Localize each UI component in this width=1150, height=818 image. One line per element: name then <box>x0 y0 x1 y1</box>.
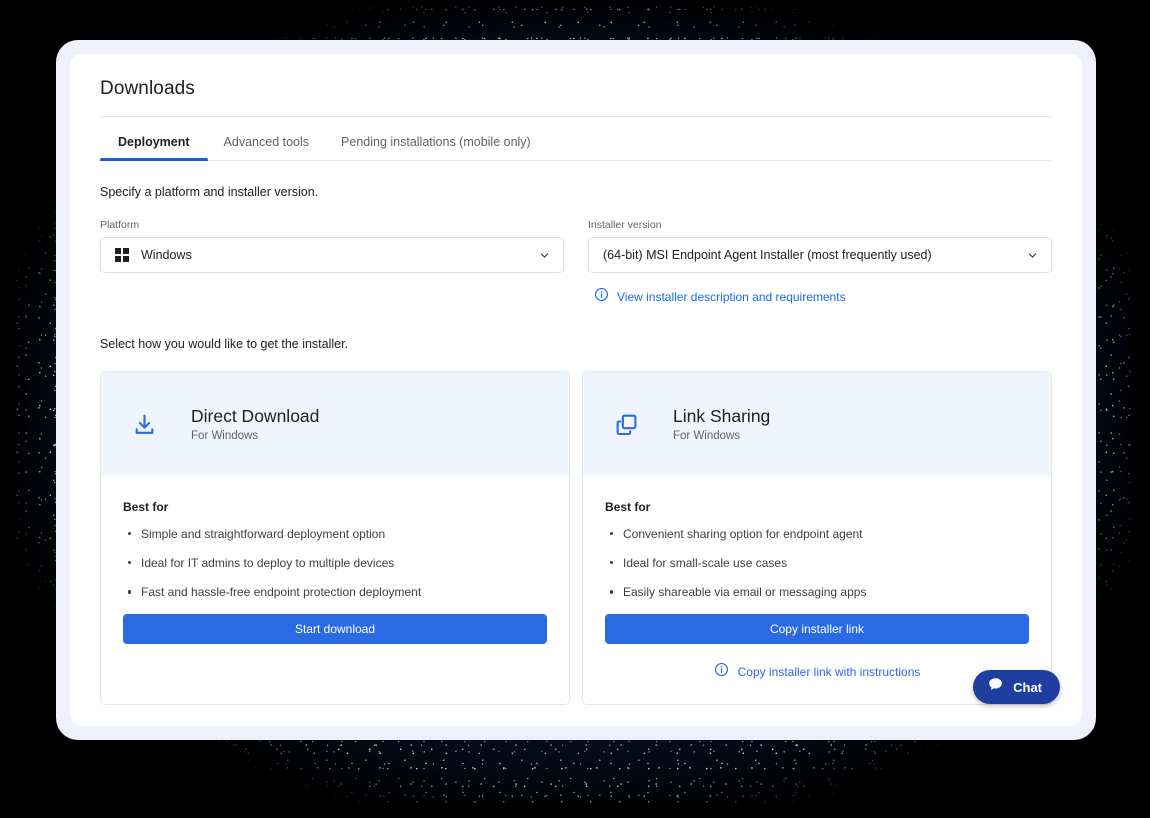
windows-logo-icon <box>115 248 129 262</box>
installer-option-cards: Direct Download For Windows Best for Sim… <box>100 351 1052 705</box>
direct-download-card-body: Best for Simple and straightforward depl… <box>101 476 569 666</box>
outer-frame: Downloads Deployment Advanced tools Pend… <box>56 40 1096 740</box>
link-sharing-bullets: Convenient sharing option for endpoint a… <box>605 526 1029 601</box>
view-installer-description-link[interactable]: View installer description and requireme… <box>588 273 1052 307</box>
start-download-button[interactable]: Start download <box>123 613 547 644</box>
chat-bubble-icon <box>987 676 1004 698</box>
link-sharing-card: Link Sharing For Windows Best for Conven… <box>582 371 1052 705</box>
link-sharing-title: Link Sharing <box>673 406 771 426</box>
tab-deployment[interactable]: Deployment <box>100 117 208 161</box>
direct-download-card: Direct Download For Windows Best for Sim… <box>100 371 570 705</box>
platform-select[interactable]: Windows <box>100 237 564 273</box>
installer-version-label: Installer version <box>588 219 662 231</box>
copy-installer-link-button[interactable]: Copy installer link <box>605 613 1029 644</box>
list-item: Convenient sharing option for endpoint a… <box>605 526 1029 542</box>
chevron-down-icon <box>538 249 551 262</box>
list-item: Easily shareable via email or messaging … <box>605 584 1029 600</box>
app-content: Downloads Deployment Advanced tools Pend… <box>70 54 1082 705</box>
copy-installer-link-with-instructions-link[interactable]: Copy installer link with instructions <box>605 662 1029 682</box>
instruction-specify-platform: Specify a platform and installer version… <box>100 185 319 199</box>
tab-advanced-tools[interactable]: Advanced tools <box>208 117 325 160</box>
link-sharing-card-header: Link Sharing For Windows <box>583 372 1051 476</box>
platform-label: Platform <box>100 219 140 231</box>
tab-bar: Deployment Advanced tools Pending instal… <box>100 117 1052 161</box>
list-item: Ideal for IT admins to deploy to multipl… <box>123 555 547 571</box>
installer-version-value: (64-bit) MSI Endpoint Agent Installer (m… <box>603 248 932 262</box>
direct-download-heading-group: Direct Download For Windows <box>191 406 319 442</box>
tab-pending-installations[interactable]: Pending installations (mobile only) <box>325 117 547 160</box>
direct-download-bullets: Simple and straightforward deployment op… <box>123 526 547 601</box>
page-title: Downloads <box>100 78 195 99</box>
direct-download-subtitle: For Windows <box>191 430 259 442</box>
link-sharing-heading-group: Link Sharing For Windows <box>673 406 770 442</box>
list-item: Ideal for small-scale use cases <box>605 555 1029 571</box>
download-icon <box>131 412 157 437</box>
info-circle-icon <box>714 662 729 682</box>
list-item: Simple and straightforward deployment op… <box>123 526 547 542</box>
copy-installer-link-with-instructions-label: Copy installer link with instructions <box>737 664 921 679</box>
link-sharing-card-body: Best for Convenient sharing option for e… <box>583 476 1051 704</box>
platform-select-value: Windows <box>141 248 192 262</box>
link-sharing-best-for-label: Best for <box>605 500 651 514</box>
chat-button-label: Chat <box>1013 679 1042 695</box>
chat-button[interactable]: Chat <box>973 670 1060 704</box>
view-installer-description-label: View installer description and requireme… <box>617 290 846 304</box>
instruction-select-method: Select how you would like to get the ins… <box>100 337 349 351</box>
installer-version-group: Installer version (64-bit) MSI Endpoint … <box>588 219 1052 307</box>
chevron-down-icon <box>1026 249 1039 262</box>
link-sharing-subtitle: For Windows <box>673 430 741 442</box>
direct-download-card-header: Direct Download For Windows <box>101 372 569 476</box>
platform-selector-group: Platform Windows <box>100 219 564 307</box>
installer-version-select[interactable]: (64-bit) MSI Endpoint Agent Installer (m… <box>588 237 1052 273</box>
list-item: Fast and hassle-free endpoint protection… <box>123 584 547 600</box>
selector-row: Platform Windows Installer version (64-b… <box>100 199 1052 307</box>
copy-icon <box>613 412 639 437</box>
app-card: Downloads Deployment Advanced tools Pend… <box>70 54 1082 726</box>
direct-download-best-for-label: Best for <box>123 500 169 514</box>
direct-download-title: Direct Download <box>191 406 320 426</box>
info-circle-icon <box>594 287 609 307</box>
